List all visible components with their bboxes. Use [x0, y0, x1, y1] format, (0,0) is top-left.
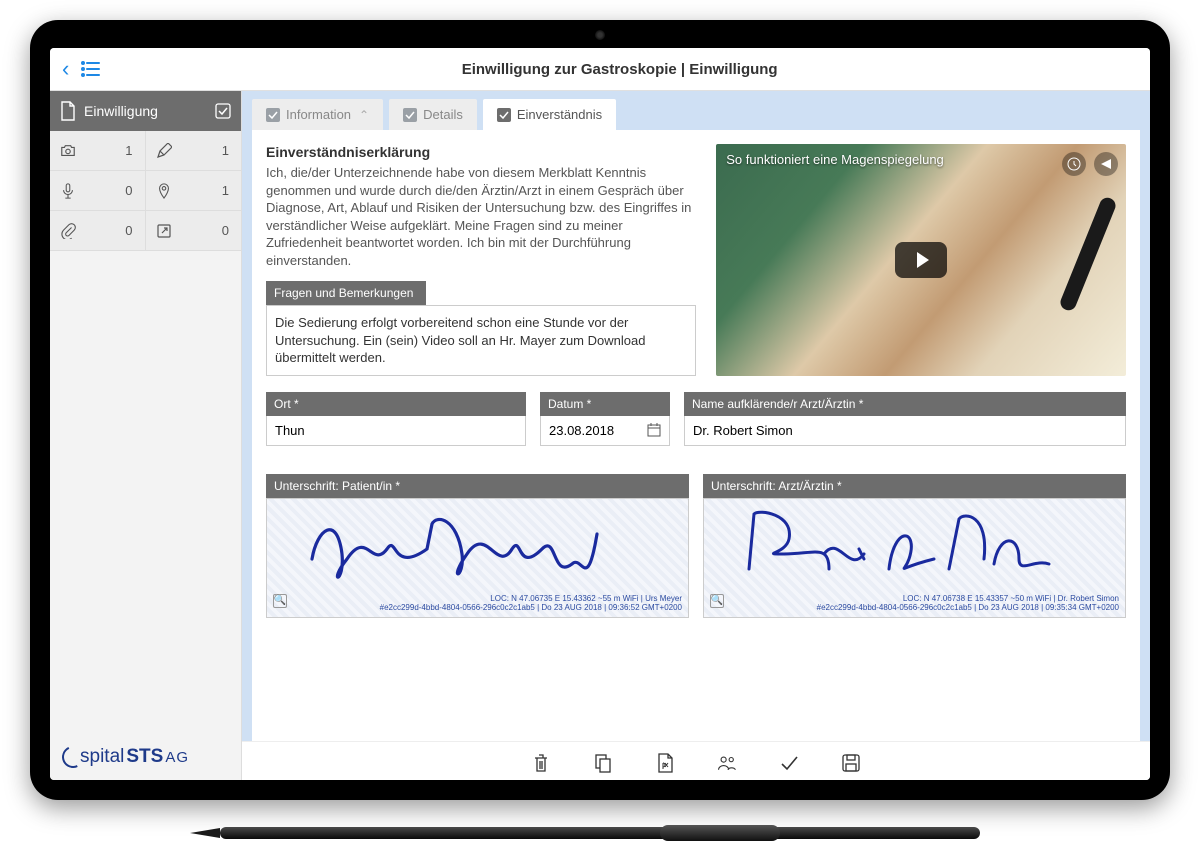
content: Einverständniserklärung Ich, die/der Unt… [252, 130, 1140, 741]
consent-heading: Einverständniserklärung [266, 144, 696, 160]
bottom-toolbar [242, 741, 1150, 780]
remarks-label: Fragen und Bemerkungen [266, 281, 426, 305]
sidebar-cell-location[interactable]: 1 [146, 171, 242, 211]
play-button[interactable] [895, 242, 947, 278]
magnify-icon[interactable]: 🔍 [273, 594, 287, 608]
signature-patient-label: Unterschrift: Patient/in * [266, 474, 689, 498]
ort-label: Ort * [266, 392, 526, 416]
tab-label: Information [286, 107, 351, 122]
sidebar-footer: spitalSTSAG [50, 734, 241, 780]
tablet-frame: ‹ Einwilligung zur Gastroskopie | Einwil… [30, 20, 1170, 800]
signature-patient-meta: 🔍 LOC: N 47.06735 E 15.43362 ~55 m WiFi … [273, 594, 682, 613]
remarks-field[interactable]: Die Sedierung erfolgt vorbereitend schon… [266, 305, 696, 376]
save-button[interactable] [840, 752, 862, 774]
magnify-icon[interactable]: 🔍 [710, 594, 724, 608]
camera-icon [60, 143, 76, 159]
mic-count: 0 [125, 183, 132, 198]
list-icon[interactable] [81, 61, 101, 77]
copy-button[interactable] [592, 752, 614, 774]
confirm-button[interactable] [778, 752, 800, 774]
tab-label: Einverständnis [517, 107, 602, 122]
check-icon [215, 103, 231, 119]
tab-einverstaendnis[interactable]: Einverständnis [483, 99, 616, 130]
chevron-up-icon: ⌃ [359, 108, 369, 122]
checkbox-icon [403, 108, 417, 122]
tab-bar: Information ⌃ Details Einverständnis [242, 91, 1150, 130]
video-thumbnail[interactable]: So funktioniert eine Magenspiegelung [716, 144, 1126, 376]
sidebar-cell-mic[interactable]: 0 [50, 171, 146, 211]
arzt-input[interactable]: Dr. Robert Simon [684, 416, 1126, 446]
datum-label: Datum * [540, 392, 670, 416]
share-users-button[interactable] [716, 752, 738, 774]
pdf-export-button[interactable] [654, 752, 676, 774]
pencil-icon [156, 143, 172, 159]
attach-count: 0 [125, 223, 132, 238]
paperclip-icon [60, 223, 76, 239]
checkbox-icon [497, 108, 511, 122]
sidebar: Einwilligung 1 1 0 [50, 91, 242, 780]
pencil-count: 1 [222, 143, 229, 158]
calendar-icon [647, 423, 661, 437]
camera-count: 1 [125, 143, 132, 158]
sidebar-cell-pencil[interactable]: 1 [146, 131, 242, 171]
checkbox-icon [266, 108, 280, 122]
ort-input[interactable]: Thun [266, 416, 526, 446]
stylus-pen [220, 821, 980, 845]
video-title: So funktioniert eine Magenspiegelung [726, 152, 944, 167]
sidebar-header[interactable]: Einwilligung [50, 91, 241, 131]
pin-count: 1 [222, 183, 229, 198]
tab-label: Details [423, 107, 463, 122]
arzt-label: Name aufklärende/r Arzt/Ärztin * [684, 392, 1126, 416]
back-button[interactable]: ‹ [62, 56, 69, 82]
document-icon [60, 101, 76, 121]
signature-doctor-label: Unterschrift: Arzt/Ärztin * [703, 474, 1126, 498]
watch-later-icon[interactable] [1062, 152, 1086, 176]
tab-details[interactable]: Details [389, 99, 477, 130]
brand-logo: spitalSTSAG [62, 746, 229, 768]
share-icon[interactable] [1094, 152, 1118, 176]
datum-input[interactable]: 23.08.2018 [540, 416, 670, 446]
sidebar-cell-attach[interactable]: 0 [50, 211, 146, 251]
consent-body: Ich, die/der Unterzeichnende habe von di… [266, 164, 696, 269]
signature-doctor-field[interactable]: 🔍 LOC: N 47.06738 E 15.43357 ~50 m WiFi … [703, 498, 1126, 618]
delete-button[interactable] [530, 752, 552, 774]
signature-doctor-meta: 🔍 LOC: N 47.06738 E 15.43357 ~50 m WiFi … [710, 594, 1119, 613]
tab-information[interactable]: Information ⌃ [252, 99, 383, 130]
mic-icon [60, 183, 76, 199]
location-pin-icon [156, 183, 172, 199]
external-link-icon [156, 223, 172, 239]
signature-patient-field[interactable]: 🔍 LOC: N 47.06735 E 15.43362 ~55 m WiFi … [266, 498, 689, 618]
tablet-camera [595, 30, 605, 40]
main-area: Information ⌃ Details Einverständnis [242, 91, 1150, 780]
sidebar-title: Einwilligung [84, 103, 158, 119]
sidebar-cell-open[interactable]: 0 [146, 211, 242, 251]
page-title: Einwilligung zur Gastroskopie | Einwilli… [101, 61, 1138, 78]
app-screen: ‹ Einwilligung zur Gastroskopie | Einwil… [50, 48, 1150, 780]
top-bar: ‹ Einwilligung zur Gastroskopie | Einwil… [50, 48, 1150, 91]
open-count: 0 [222, 223, 229, 238]
sidebar-cell-camera[interactable]: 1 [50, 131, 146, 171]
